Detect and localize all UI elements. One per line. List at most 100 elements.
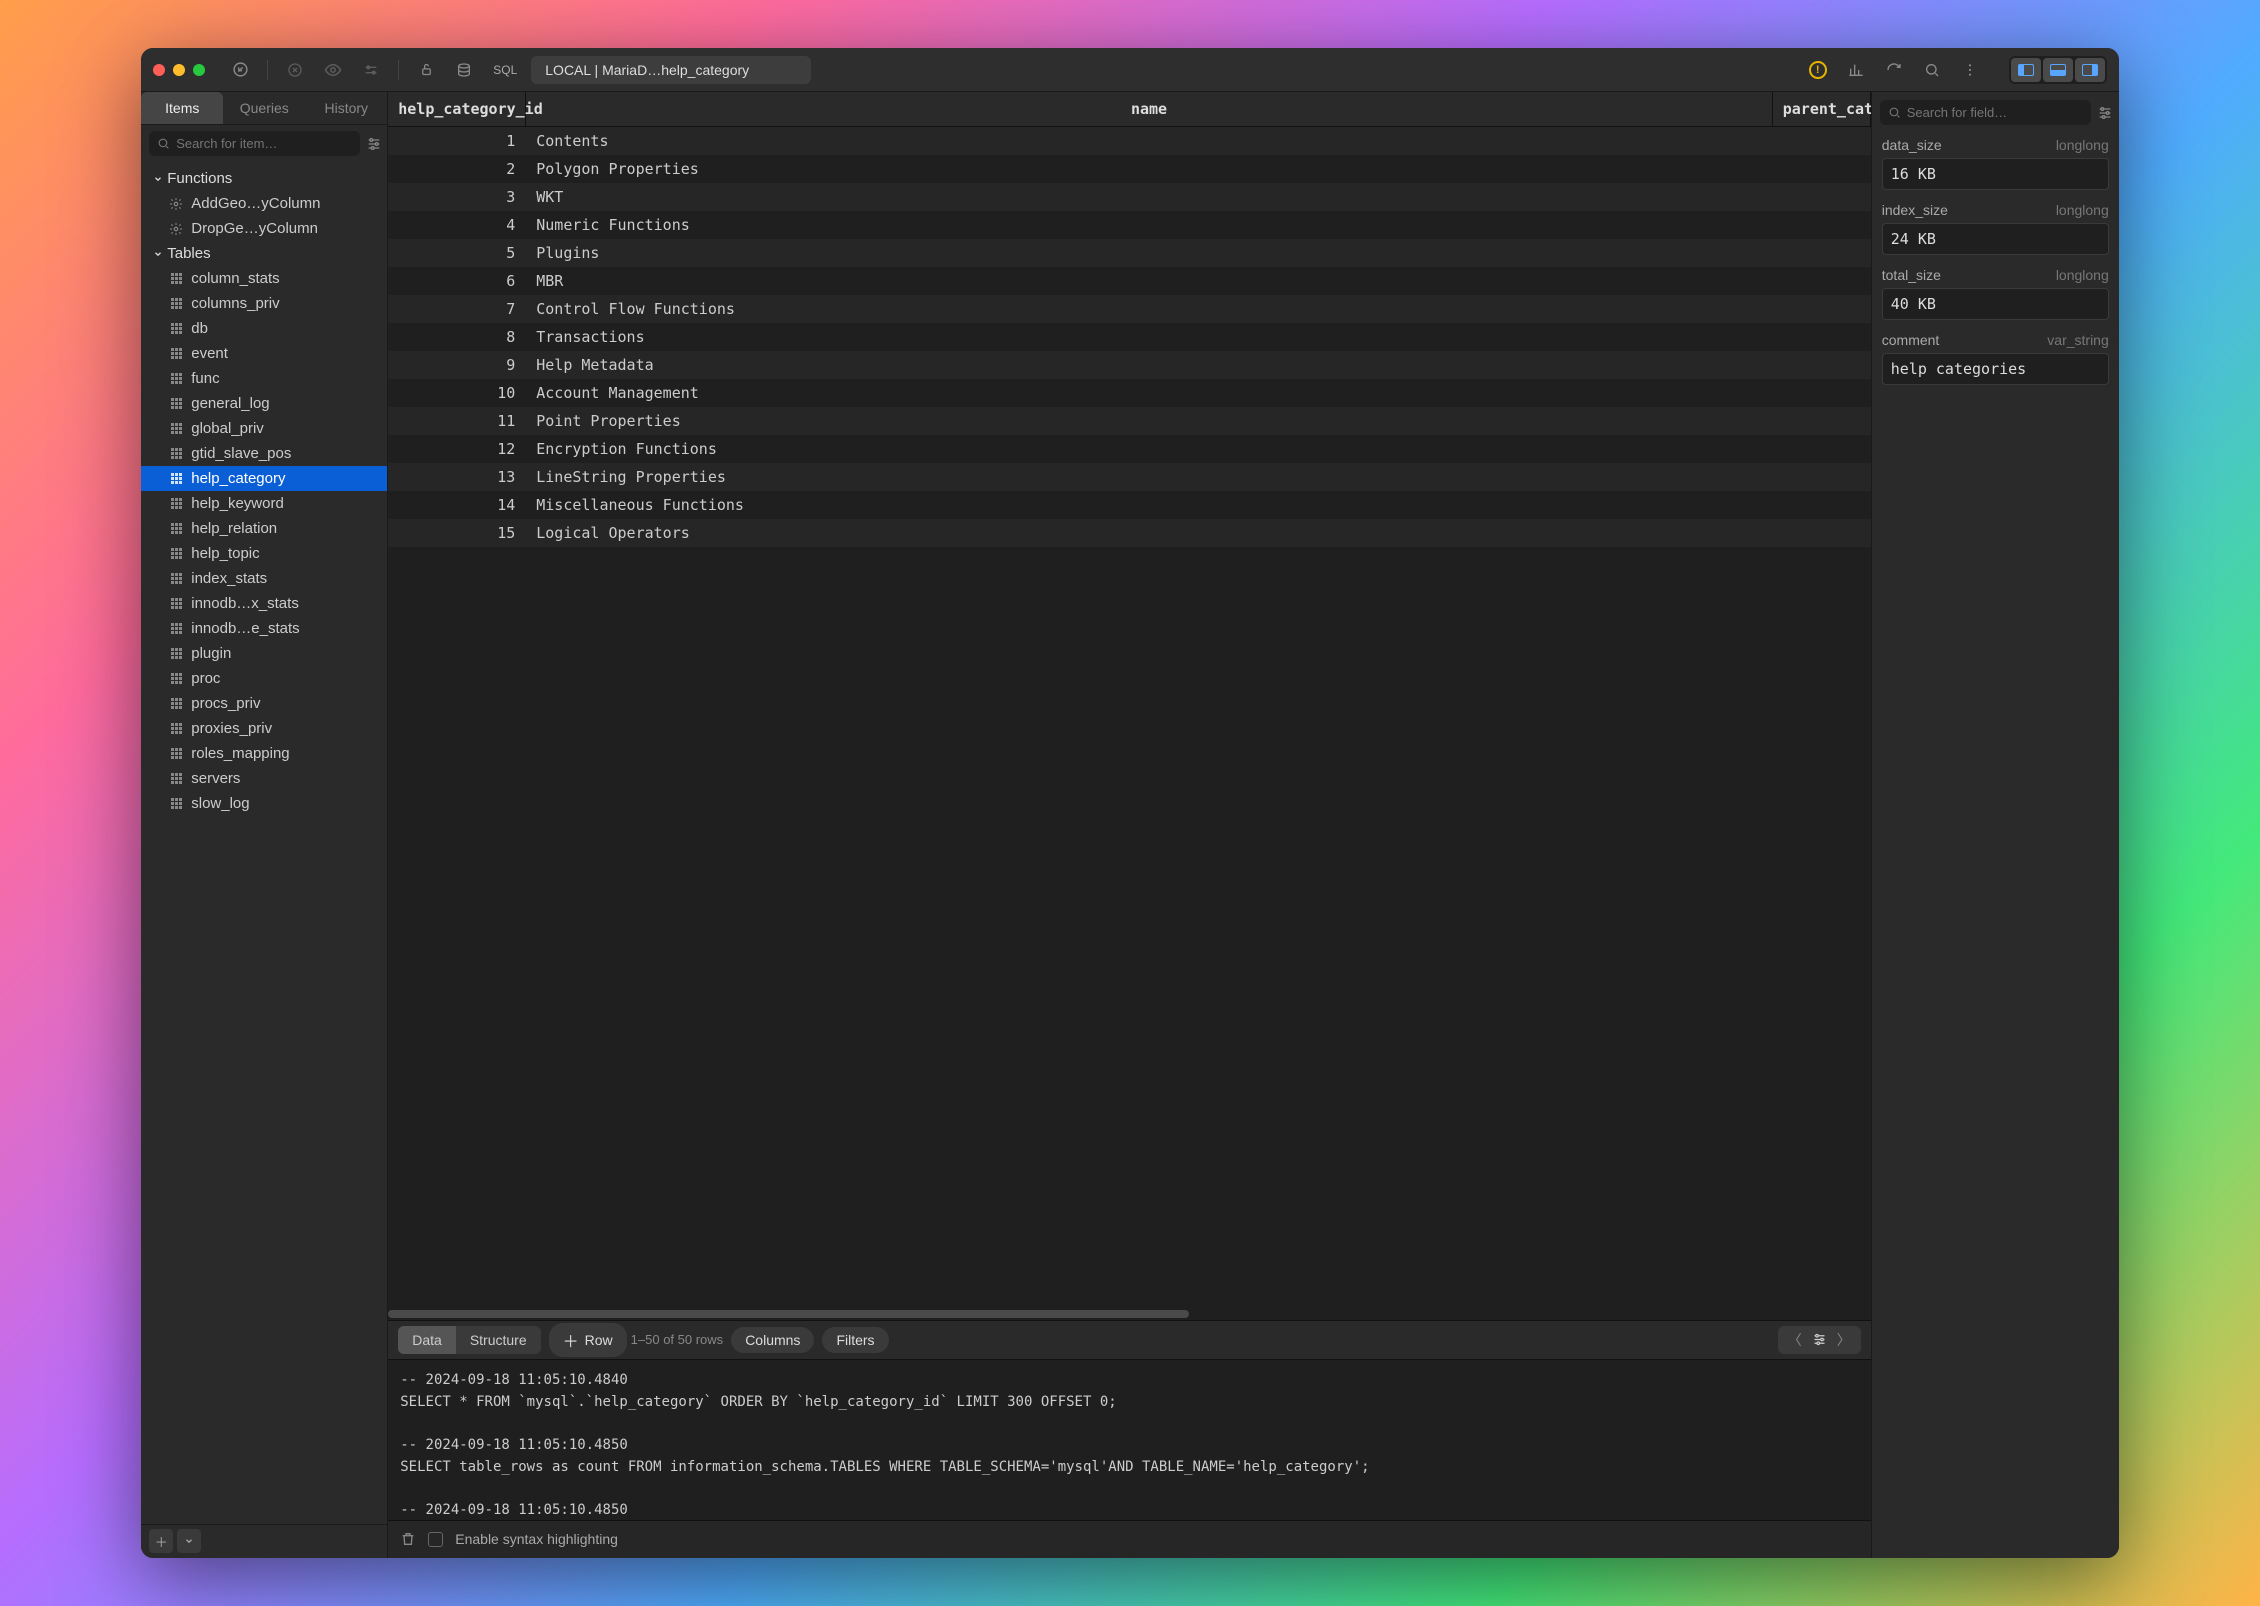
tree-item[interactable]: plugin [141,641,387,666]
add-button[interactable]: ＋ [149,1529,173,1553]
tree-item[interactable]: help_relation [141,516,387,541]
table-icon [169,272,183,286]
inspector-search[interactable] [1880,100,2091,125]
table-row[interactable]: 14Miscellaneous Functions [388,491,1871,519]
data-tab[interactable]: Data [398,1326,456,1354]
table-row[interactable]: 8Transactions [388,323,1871,351]
tree-item[interactable]: column_stats [141,266,387,291]
column-header[interactable]: help_category_id [388,92,526,126]
chart-icon[interactable] [1841,55,1871,85]
table-row[interactable]: 4Numeric Functions [388,211,1871,239]
table-row[interactable]: 10Account Management [388,379,1871,407]
table-row[interactable]: 1Contents [388,127,1871,155]
table-row[interactable]: 11Point Properties [388,407,1871,435]
filters-button[interactable]: Filters [822,1327,888,1353]
field-value[interactable]: help categories [1882,353,2109,385]
tree-item[interactable]: innodb…x_stats [141,591,387,616]
table-row[interactable]: 13LineString Properties [388,463,1871,491]
column-header[interactable]: name [526,92,1773,126]
field-value[interactable]: 40 KB [1882,288,2109,320]
field-value[interactable]: 16 KB [1882,158,2109,190]
tree-item[interactable]: help_topic [141,541,387,566]
next-page-button[interactable]: 〉 [1837,1330,1851,1350]
cancel-icon[interactable] [280,55,310,85]
eye-icon[interactable] [318,55,348,85]
tree-item[interactable]: global_priv [141,416,387,441]
view-segment: Data Structure [398,1326,540,1354]
collapse-button[interactable] [177,1529,201,1553]
table-row[interactable]: 15Logical Operators [388,519,1871,547]
data-body[interactable]: 1Contents2Polygon Properties3WKT4Numeric… [388,127,1871,1308]
table-row[interactable]: 7Control Flow Functions [388,295,1871,323]
sidebar-tab-queries[interactable]: Queries [223,92,305,124]
syntax-checkbox[interactable] [428,1532,443,1547]
database-icon[interactable] [449,55,479,85]
tree-item[interactable]: servers [141,766,387,791]
prev-page-button[interactable]: 〈 [1788,1330,1802,1350]
inspector-filter-icon[interactable] [2097,105,2113,121]
tree-item[interactable]: gtid_slave_pos [141,441,387,466]
sliders-icon[interactable] [356,55,386,85]
sidebar-tab-history[interactable]: History [305,92,387,124]
table-row[interactable]: 5Plugins [388,239,1871,267]
sql-console[interactable]: -- 2024-09-18 11:05:10.4840 SELECT * FRO… [388,1360,1871,1520]
tree-item[interactable]: innodb…e_stats [141,616,387,641]
cell-parent [1773,155,1871,183]
minimize-window-button[interactable] [173,64,185,76]
tree-item[interactable]: AddGeo…yColumn [141,191,387,216]
bottom-panel-toggle[interactable] [2043,58,2073,82]
structure-tab[interactable]: Structure [456,1326,541,1354]
sidebar-filter-icon[interactable] [366,136,382,152]
sidebar-tab-items[interactable]: Items [141,92,223,124]
sidebar-tabs: ItemsQueriesHistory [141,92,387,125]
add-row-button[interactable]: ＋Row [549,1323,627,1357]
tree-item[interactable]: func [141,366,387,391]
cell-name: Contents [526,127,1773,155]
tree-item[interactable]: slow_log [141,791,387,816]
right-panel-toggle[interactable] [2075,58,2105,82]
tree-item[interactable]: db [141,316,387,341]
cell-name: Encryption Functions [526,435,1773,463]
tree-group-functions[interactable]: Functions [141,166,387,191]
pager-settings-icon[interactable] [1812,1332,1827,1347]
tree-item[interactable]: help_category [141,466,387,491]
refresh-icon[interactable] [1879,55,1909,85]
columns-button[interactable]: Columns [731,1327,814,1353]
column-header[interactable]: parent_categ [1773,92,1871,126]
tree-item[interactable]: event [141,341,387,366]
close-window-button[interactable] [153,64,165,76]
left-panel-toggle[interactable] [2011,58,2041,82]
warning-icon[interactable]: ! [1803,55,1833,85]
lock-icon[interactable] [411,55,441,85]
cell-id: 11 [388,407,526,435]
table-row[interactable]: 3WKT [388,183,1871,211]
inspector-search-input[interactable] [1907,105,2083,120]
sidebar-search-input[interactable] [176,136,352,151]
table-row[interactable]: 6MBR [388,267,1871,295]
search-icon[interactable] [1917,55,1947,85]
table-row[interactable]: 12Encryption Functions [388,435,1871,463]
tree-item[interactable]: DropGe…yColumn [141,216,387,241]
tree-group-tables[interactable]: Tables [141,241,387,266]
sidebar-footer: ＋ [141,1524,387,1558]
sidebar-search[interactable] [149,131,360,156]
more-icon[interactable] [1955,55,1985,85]
zoom-window-button[interactable] [193,64,205,76]
trash-icon[interactable] [400,1531,416,1547]
horizontal-scrollbar[interactable] [388,1308,1871,1320]
tree-item-label: procs_priv [191,695,260,712]
tree-item[interactable]: roles_mapping [141,741,387,766]
table-row[interactable]: 2Polygon Properties [388,155,1871,183]
tree-item[interactable]: help_keyword [141,491,387,516]
tree-item[interactable]: general_log [141,391,387,416]
location-bar[interactable]: LOCAL | MariaD…help_category [531,56,811,84]
compass-icon[interactable] [225,55,255,85]
tree-item[interactable]: columns_priv [141,291,387,316]
tree-item[interactable]: proc [141,666,387,691]
tree-item[interactable]: index_stats [141,566,387,591]
tree-item[interactable]: proxies_priv [141,716,387,741]
field-value[interactable]: 24 KB [1882,223,2109,255]
field-type: longlong [2056,267,2109,283]
table-row[interactable]: 9Help Metadata [388,351,1871,379]
tree-item[interactable]: procs_priv [141,691,387,716]
